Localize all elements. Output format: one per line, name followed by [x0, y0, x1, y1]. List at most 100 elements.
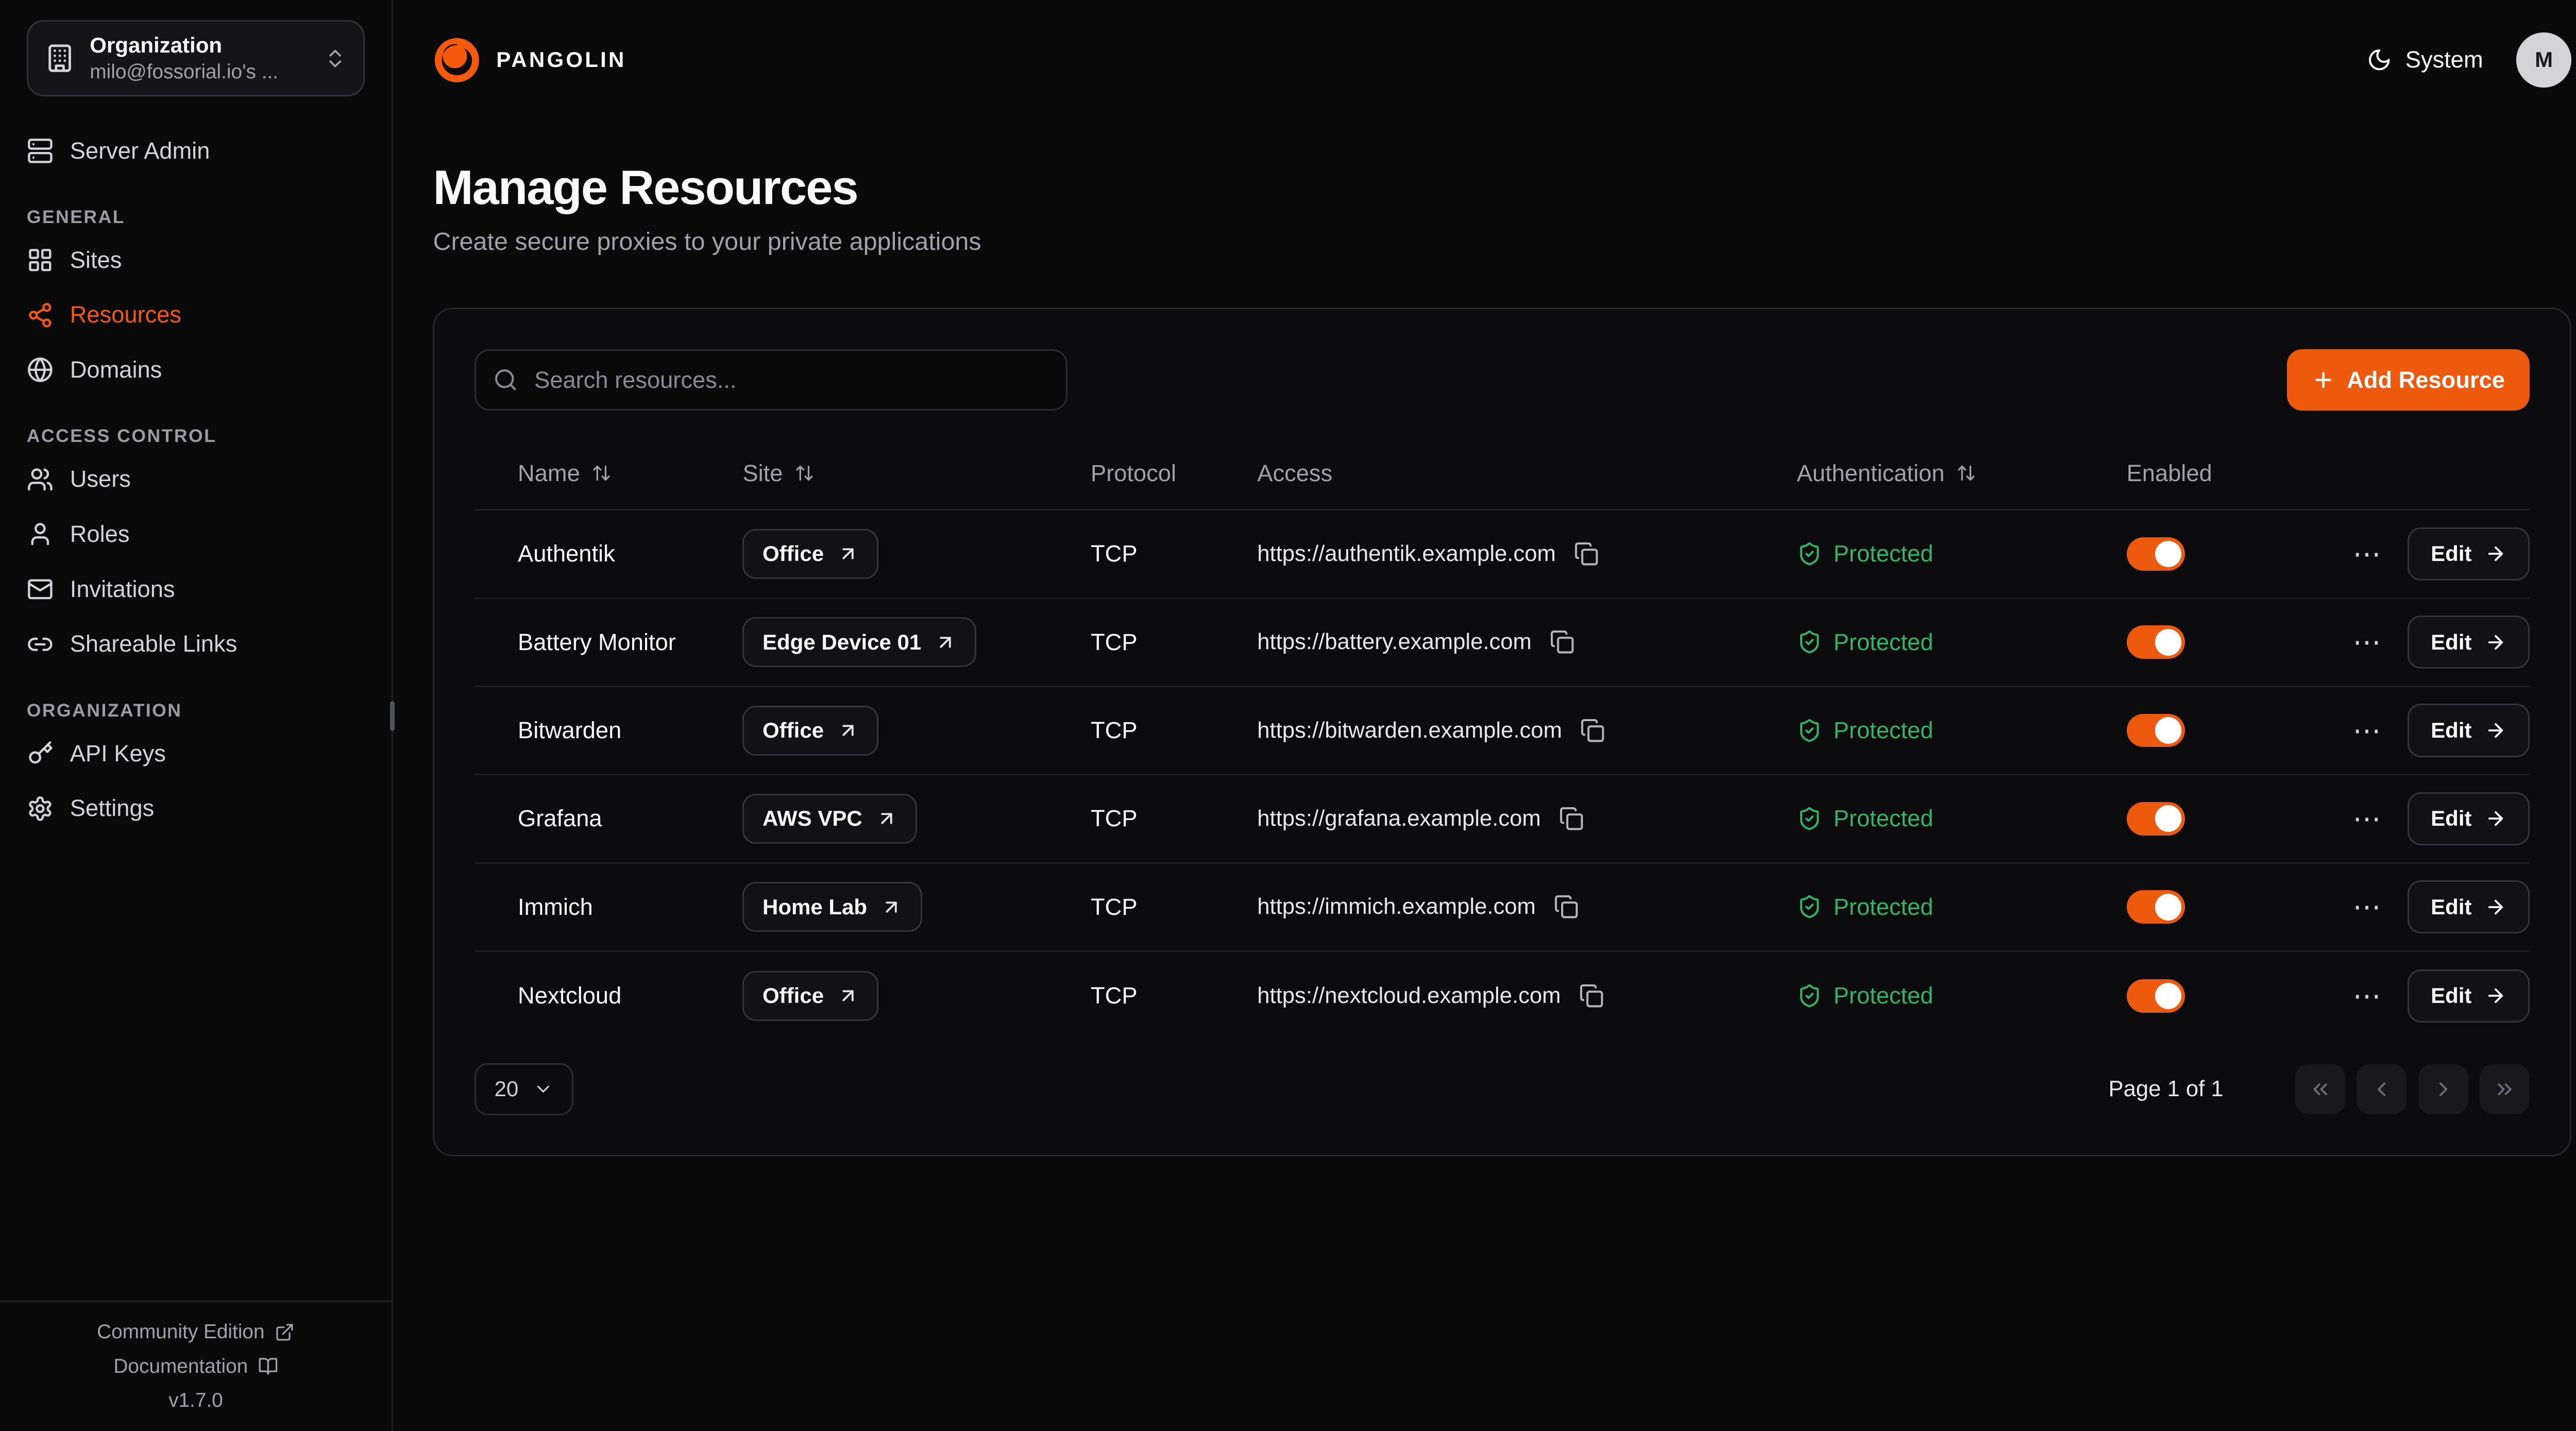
- arrow-up-right-icon: [837, 985, 859, 1007]
- page-size-select[interactable]: 20: [474, 1063, 573, 1115]
- resource-name: Authentik: [474, 540, 742, 567]
- arrow-up-right-icon: [880, 896, 902, 918]
- sidebar-item-sites[interactable]: Sites: [27, 232, 365, 287]
- documentation-link[interactable]: Documentation: [113, 1355, 278, 1378]
- sort-by-site-button[interactable]: Site: [742, 460, 814, 487]
- edit-button[interactable]: Edit: [2408, 880, 2530, 933]
- edit-button[interactable]: Edit: [2408, 704, 2530, 757]
- resource-authentication: Protected: [1797, 717, 2127, 744]
- edit-button[interactable]: Edit: [2408, 792, 2530, 845]
- theme-toggle-button[interactable]: System: [2367, 46, 2483, 73]
- search-box: [474, 349, 1067, 411]
- first-page-button[interactable]: [2295, 1064, 2345, 1114]
- copy-url-button[interactable]: [1577, 714, 1608, 746]
- copy-url-button[interactable]: [1556, 803, 1587, 834]
- row-more-button[interactable]: ⋯: [2346, 713, 2388, 748]
- row-more-button[interactable]: ⋯: [2346, 536, 2388, 571]
- resource-access: https://authentik.example.com: [1257, 538, 1797, 570]
- site-link[interactable]: AWS VPC: [742, 794, 917, 844]
- mail-icon: [27, 576, 54, 603]
- sidebar-footer: Community Edition Documentation v1.7.0: [0, 1301, 392, 1430]
- copy-url-button[interactable]: [1576, 980, 1607, 1012]
- brand-name: PANGOLIN: [496, 47, 626, 72]
- globe-icon: [27, 356, 54, 383]
- page-subtitle: Create secure proxies to your private ap…: [433, 227, 2571, 256]
- sidebar-item-server-admin[interactable]: Server Admin: [27, 123, 365, 178]
- edit-button[interactable]: Edit: [2408, 616, 2530, 669]
- add-resource-label: Add Resource: [2347, 367, 2505, 394]
- column-header-site: Site: [742, 460, 1091, 487]
- table-row: Nextcloud Office TCP https://nextcloud.e…: [474, 952, 2530, 1040]
- resource-protocol: TCP: [1091, 540, 1257, 567]
- edit-button[interactable]: Edit: [2408, 527, 2530, 581]
- page-title: Manage Resources: [433, 160, 2571, 215]
- sidebar-item-settings[interactable]: Settings: [27, 781, 365, 836]
- sidebar-item-label: Settings: [70, 795, 155, 822]
- chevrons-up-down-icon: [324, 47, 347, 70]
- resources-icon: [27, 302, 54, 329]
- sidebar-item-label: Domains: [70, 356, 162, 383]
- next-page-button[interactable]: [2418, 1064, 2468, 1114]
- card-toolbar: Add Resource: [474, 349, 2530, 411]
- row-actions: ⋯ Edit: [2346, 880, 2530, 933]
- enabled-toggle[interactable]: [2127, 802, 2185, 836]
- resource-protocol: TCP: [1091, 717, 1257, 744]
- org-text: Organization milo@fossorial.io's ...: [90, 33, 308, 83]
- arrow-right-icon: [2485, 543, 2506, 565]
- resource-name: Battery Monitor: [474, 629, 742, 656]
- external-link-icon: [275, 1322, 295, 1342]
- avatar[interactable]: M: [2516, 32, 2571, 88]
- resource-protocol: TCP: [1091, 629, 1257, 656]
- row-more-button[interactable]: ⋯: [2346, 890, 2388, 925]
- sidebar-item-label: Sites: [70, 247, 122, 274]
- main-content: PANGOLIN System M Manage Resources Creat…: [393, 0, 2576, 1430]
- enabled-toggle[interactable]: [2127, 537, 2185, 571]
- brand[interactable]: PANGOLIN: [433, 36, 626, 84]
- sidebar-item-shareable-links[interactable]: Shareable Links: [27, 617, 365, 672]
- site-link[interactable]: Edge Device 01: [742, 617, 976, 667]
- org-selector[interactable]: Organization milo@fossorial.io's ...: [27, 20, 365, 97]
- resource-name: Immich: [474, 894, 742, 921]
- site-link[interactable]: Home Lab: [742, 882, 922, 932]
- sort-by-name-button[interactable]: Name: [518, 460, 612, 487]
- community-edition-link[interactable]: Community Edition: [97, 1321, 295, 1343]
- row-more-button[interactable]: ⋯: [2346, 625, 2388, 660]
- enabled-toggle[interactable]: [2127, 625, 2185, 659]
- column-header-protocol: Protocol: [1091, 460, 1257, 487]
- arrow-right-icon: [2485, 985, 2506, 1007]
- sidebar-item-label: Server Admin: [70, 138, 210, 164]
- community-edition-label: Community Edition: [97, 1321, 264, 1343]
- sidebar-item-domains[interactable]: Domains: [27, 343, 365, 398]
- previous-page-button[interactable]: [2357, 1064, 2406, 1114]
- enabled-toggle[interactable]: [2127, 979, 2185, 1013]
- row-more-button[interactable]: ⋯: [2346, 979, 2388, 1014]
- sidebar-item-api-keys[interactable]: API Keys: [27, 726, 365, 781]
- sidebar-item-users[interactable]: Users: [27, 452, 365, 507]
- topbar-right: System M: [2367, 32, 2571, 88]
- version-label: v1.7.0: [168, 1389, 223, 1412]
- site-link[interactable]: Office: [742, 706, 878, 756]
- add-resource-button[interactable]: Add Resource: [2287, 349, 2530, 411]
- sidebar-item-invitations[interactable]: Invitations: [27, 561, 365, 617]
- search-input[interactable]: [474, 349, 1067, 411]
- row-more-button[interactable]: ⋯: [2346, 801, 2388, 836]
- edit-button[interactable]: Edit: [2408, 969, 2530, 1023]
- sidebar-item-roles[interactable]: Roles: [27, 507, 365, 562]
- resource-authentication: Protected: [1797, 540, 2127, 567]
- last-page-button[interactable]: [2480, 1064, 2530, 1114]
- site-link[interactable]: Office: [742, 971, 878, 1021]
- site-link[interactable]: Office: [742, 529, 878, 579]
- sidebar-resize-handle[interactable]: [390, 701, 395, 731]
- copy-url-button[interactable]: [1571, 538, 1602, 570]
- copy-url-button[interactable]: [1551, 891, 1582, 923]
- enabled-toggle[interactable]: [2127, 714, 2185, 747]
- row-actions: ⋯ Edit: [2346, 969, 2530, 1023]
- copy-url-button[interactable]: [1547, 626, 1578, 658]
- sort-by-authentication-button[interactable]: Authentication: [1797, 460, 1976, 487]
- sidebar-item-resources[interactable]: Resources: [27, 287, 365, 343]
- link-icon: [27, 631, 54, 658]
- enabled-toggle[interactable]: [2127, 890, 2185, 924]
- pager: Page 1 of 1: [2109, 1064, 2530, 1114]
- resource-name: Bitwarden: [474, 717, 742, 744]
- section-title-access-control: ACCESS CONTROL: [27, 425, 365, 447]
